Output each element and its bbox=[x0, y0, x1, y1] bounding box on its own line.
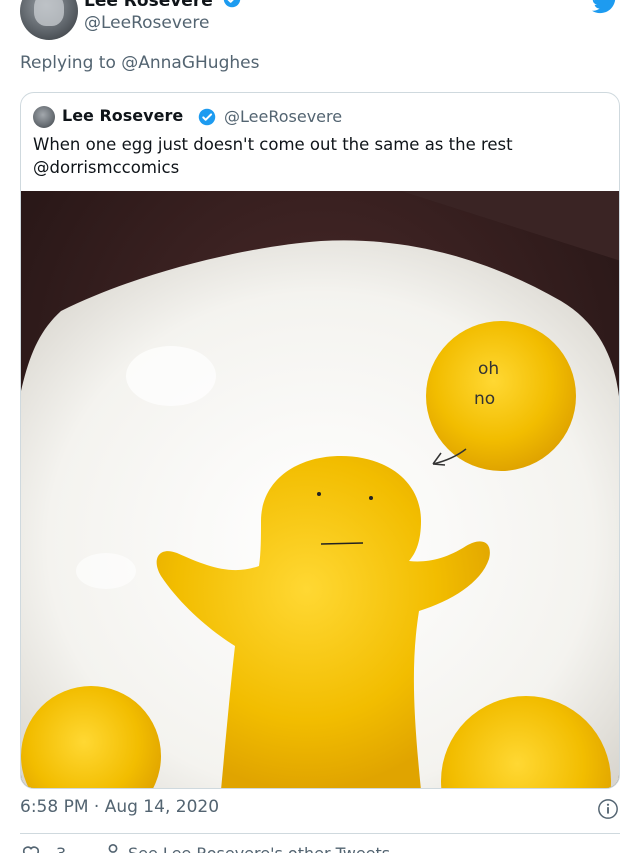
quoted-author-handle: @LeeRosevere bbox=[224, 107, 343, 126]
action-bar: 3 See Lee Rosevere's other Tweets bbox=[20, 843, 620, 853]
face-mouth bbox=[320, 542, 364, 545]
verified-badge-icon bbox=[223, 0, 241, 13]
author-name-text[interactable]: Lee Rosevere bbox=[84, 0, 213, 11]
divider bbox=[20, 833, 620, 834]
quoted-tweet-text-line: When one egg just doesn't come out the s… bbox=[33, 135, 513, 154]
replying-prefix: Replying to bbox=[20, 53, 116, 73]
doodle-text: oh bbox=[478, 359, 499, 379]
see-other-tweets-link[interactable]: See Lee Rosevere's other Tweets bbox=[128, 844, 390, 853]
quoted-author-avatar bbox=[33, 106, 55, 128]
info-icon[interactable] bbox=[597, 798, 619, 820]
doodle-text: no bbox=[474, 389, 495, 409]
like-count: 3 bbox=[56, 844, 66, 853]
person-icon[interactable] bbox=[102, 843, 124, 853]
author-avatar[interactable] bbox=[20, 0, 78, 40]
replying-mention[interactable]: @AnnaGHughes bbox=[121, 53, 259, 73]
replying-to: Replying to @AnnaGHughes bbox=[20, 53, 259, 73]
quoted-tweet-card[interactable]: Lee Rosevere @LeeRosevere When one egg j… bbox=[20, 92, 620, 789]
egg-white-highlight bbox=[76, 553, 136, 589]
tweet-photo[interactable]: oh no bbox=[21, 191, 619, 788]
quoted-tweet-mention[interactable]: @dorrismccomics bbox=[33, 156, 603, 179]
twitter-bird-icon[interactable] bbox=[592, 0, 618, 14]
tweet-timestamp[interactable]: 6:58 PM · Aug 14, 2020 bbox=[20, 797, 219, 817]
face-eye bbox=[317, 492, 321, 496]
egg-white-highlight bbox=[126, 346, 216, 406]
author-name[interactable]: Lee Rosevere bbox=[84, 0, 241, 13]
quoted-author-name: Lee Rosevere bbox=[62, 106, 184, 125]
heart-icon[interactable] bbox=[20, 843, 42, 853]
face-eye bbox=[369, 496, 373, 500]
yolk-top-right bbox=[426, 321, 576, 471]
verified-badge-icon bbox=[198, 108, 216, 130]
quoted-tweet-text: When one egg just doesn't come out the s… bbox=[33, 133, 603, 179]
author-handle[interactable]: @LeeRosevere bbox=[84, 13, 209, 33]
